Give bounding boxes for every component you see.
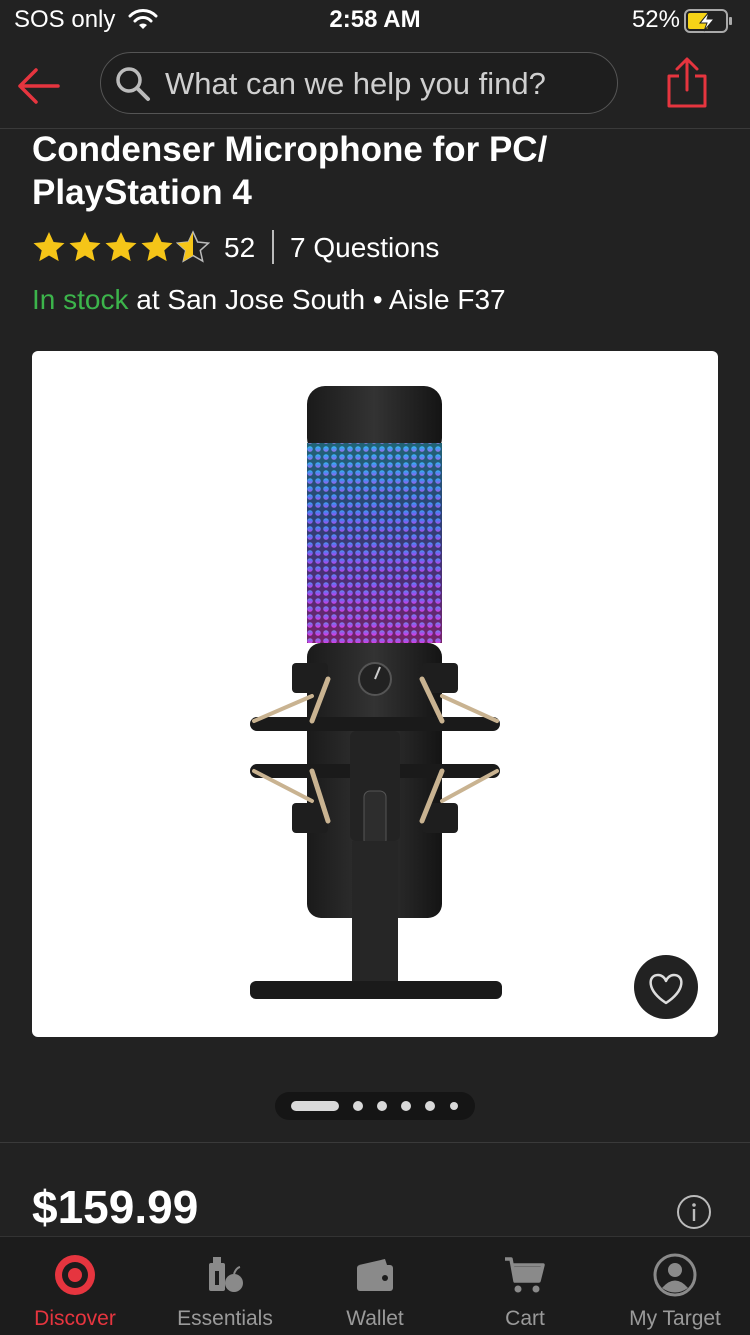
carousel-dot[interactable]	[425, 1101, 435, 1111]
back-arrow-icon[interactable]	[14, 64, 62, 108]
search-bar[interactable]	[100, 52, 618, 114]
battery-charging-icon	[684, 9, 732, 33]
questions-link[interactable]: 7 Questions	[290, 232, 439, 264]
favorite-button[interactable]	[634, 955, 698, 1019]
tab-label: Essentials	[177, 1307, 273, 1330]
product-price: $159.99	[32, 1181, 199, 1233]
carousel-dot[interactable]	[353, 1101, 363, 1111]
tab-label: Wallet	[346, 1307, 404, 1330]
rating-count[interactable]: 52	[224, 232, 255, 264]
product-image-card[interactable]	[32, 351, 718, 1037]
tab-bar: Discover Essentials Wallet Cart My Targe…	[0, 1236, 750, 1335]
star-half-icon	[176, 230, 210, 263]
tab-label: Discover	[34, 1307, 116, 1330]
account-icon	[653, 1253, 697, 1297]
tab-label: My Target	[629, 1307, 721, 1330]
carousel-dot[interactable]	[401, 1101, 411, 1111]
star-full-icon	[69, 232, 101, 262]
star-full-icon	[141, 232, 173, 262]
divider	[272, 230, 274, 264]
tab-label: Cart	[505, 1307, 545, 1330]
divider	[0, 1142, 750, 1143]
product-title: Condenser Microphone for PC/ PlayStation…	[32, 130, 548, 212]
stock-info[interactable]: In stock at San Jose South • Aisle F37	[32, 284, 506, 316]
search-icon	[116, 67, 150, 101]
star-full-icon	[105, 232, 137, 262]
search-input[interactable]	[163, 63, 607, 105]
image-carousel-indicator[interactable]	[275, 1092, 475, 1120]
stock-location: at San Jose South • Aisle F37	[128, 284, 506, 315]
carousel-dot[interactable]	[377, 1101, 387, 1111]
share-icon[interactable]	[664, 56, 710, 110]
tab-wallet[interactable]: Wallet	[300, 1237, 450, 1335]
battery-percent: 52%	[631, 6, 680, 33]
essentials-icon	[209, 1257, 243, 1292]
product-image	[250, 386, 502, 999]
stock-status: In stock	[32, 284, 129, 315]
target-logo-icon	[55, 1255, 95, 1295]
search-header	[0, 44, 750, 129]
info-icon[interactable]	[676, 1194, 712, 1230]
heart-icon	[649, 973, 683, 1005]
carousel-dot-active[interactable]	[291, 1101, 339, 1111]
carousel-dot[interactable]	[450, 1102, 458, 1110]
tab-cart[interactable]: Cart	[450, 1237, 600, 1335]
status-bar: SOS only 2:58 AM 52%	[0, 0, 750, 44]
star-full-icon	[33, 232, 65, 262]
tab-discover[interactable]: Discover	[0, 1237, 150, 1335]
tab-my-target[interactable]: My Target	[600, 1237, 750, 1335]
wallet-icon	[357, 1259, 393, 1291]
tab-essentials[interactable]: Essentials	[150, 1237, 300, 1335]
cart-icon	[505, 1257, 545, 1293]
